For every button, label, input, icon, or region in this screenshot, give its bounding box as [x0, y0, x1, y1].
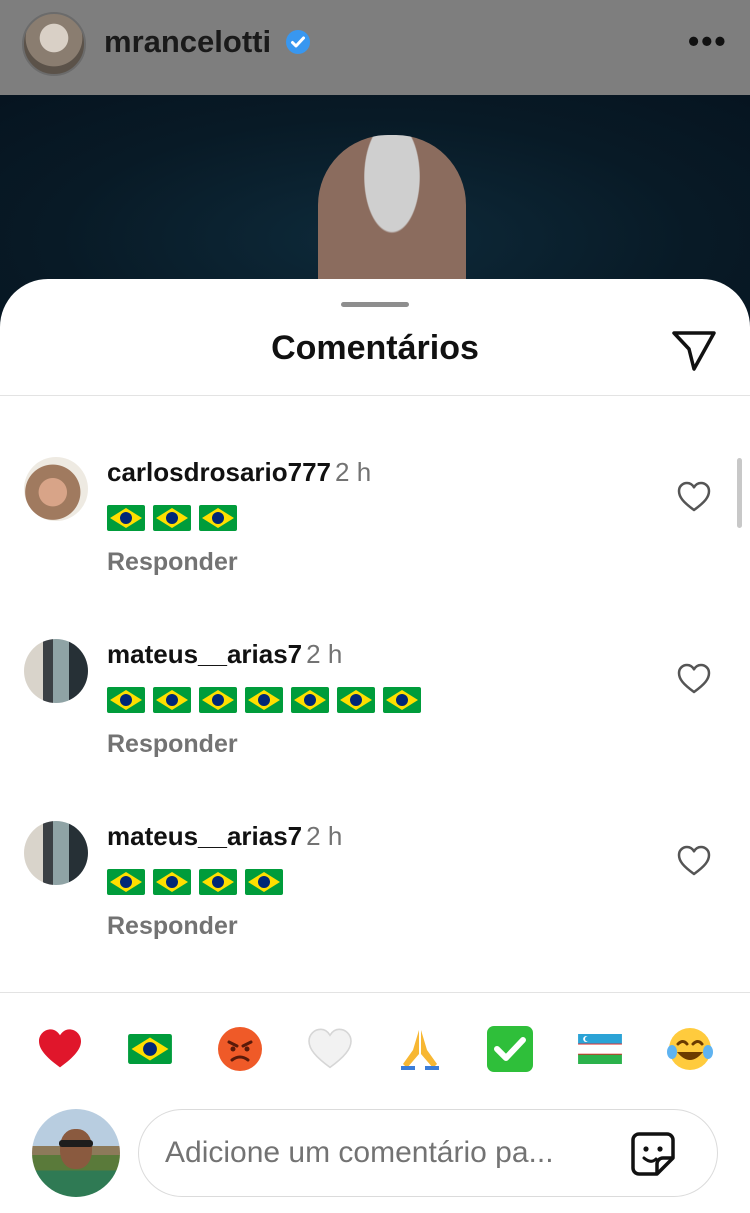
emoji-quick-bar	[0, 1024, 750, 1080]
white-heart-emoji-icon[interactable]	[305, 1024, 355, 1074]
commenter-username[interactable]: mateus__arias7	[107, 639, 302, 669]
brazil-flag-emoji-icon	[107, 687, 145, 714]
comment-item: carlosdrosario777 2 h Responder	[0, 457, 750, 607]
avatar-sunglasses	[59, 1140, 93, 1147]
reply-button[interactable]: Responder	[107, 548, 238, 577]
commenter-username[interactable]: mateus__arias7	[107, 821, 302, 851]
like-heart-icon[interactable]	[677, 845, 711, 877]
current-user-avatar[interactable]	[32, 1109, 120, 1197]
comment-text	[107, 865, 291, 896]
brazil-flag-emoji-icon	[107, 505, 145, 532]
reply-button[interactable]: Responder	[107, 912, 238, 941]
brazil-flag-emoji-icon	[153, 687, 191, 714]
brazil-flag-emoji-icon	[153, 869, 191, 896]
brazil-flag-emoji-icon	[337, 687, 375, 714]
verified-badge-icon	[286, 30, 310, 54]
like-heart-icon[interactable]	[677, 663, 711, 695]
check-mark-emoji-icon[interactable]	[485, 1024, 535, 1074]
angry-face-emoji-icon[interactable]	[215, 1024, 265, 1074]
comment-time: 2 h	[306, 821, 343, 851]
comment-time: 2 h	[306, 639, 343, 669]
comment-time: 2 h	[335, 457, 372, 487]
comment-input-placeholder: Adicione um comentário pa...	[165, 1136, 554, 1169]
post-header: mrancelotti •••	[0, 0, 750, 95]
tears-of-joy-emoji-icon[interactable]	[665, 1024, 715, 1074]
heart-emoji-icon[interactable]	[35, 1024, 85, 1074]
brazil-flag-emoji-icon	[199, 869, 237, 896]
brazil-flag-emoji-icon	[245, 869, 283, 896]
like-heart-icon[interactable]	[677, 481, 711, 513]
comment-text	[107, 501, 245, 532]
brazil-flag-emoji-icon	[153, 505, 191, 532]
comment-input[interactable]: Adicione um comentário pa...	[138, 1109, 718, 1197]
reply-button[interactable]: Responder	[107, 730, 238, 759]
avatar-face	[60, 1129, 92, 1169]
comment-header: mateus__arias7 2 h	[107, 639, 342, 670]
brazil-flag-emoji-icon	[383, 687, 421, 714]
folded-hands-emoji-icon[interactable]	[395, 1024, 445, 1074]
comment-header: mateus__arias7 2 h	[107, 821, 342, 852]
brazil-flag-emoji-icon	[199, 687, 237, 714]
comment-header: carlosdrosario777 2 h	[107, 457, 371, 488]
brazil-flag-emoji-icon[interactable]	[125, 1024, 175, 1074]
sheet-title: Comentários	[271, 329, 479, 367]
commenter-avatar[interactable]	[24, 457, 88, 521]
commenter-avatar[interactable]	[24, 821, 88, 885]
sheet-divider	[0, 395, 750, 396]
share-send-icon[interactable]	[670, 329, 718, 373]
drag-handle[interactable]	[341, 302, 409, 307]
comment-item: mateus__arias7 2 h Responder	[0, 821, 750, 971]
brazil-flag-emoji-icon	[291, 687, 329, 714]
comments-sheet: Comentários carlosdrosario777 2 h Respond…	[0, 279, 750, 1213]
brazil-flag-emoji-icon	[107, 869, 145, 896]
sticker-icon[interactable]	[629, 1130, 677, 1178]
brazil-flag-emoji-icon	[199, 505, 237, 532]
comment-text	[107, 683, 429, 714]
post-author-username[interactable]: mrancelotti	[104, 24, 271, 60]
comment-item: mateus__arias7 2 h Responder	[0, 639, 750, 789]
uzbekistan-flag-emoji-icon[interactable]	[575, 1024, 625, 1074]
more-options-icon[interactable]: •••	[688, 25, 728, 57]
commenter-username[interactable]: carlosdrosario777	[107, 457, 331, 487]
commenter-avatar[interactable]	[24, 639, 88, 703]
post-author-avatar[interactable]	[22, 12, 86, 76]
brazil-flag-emoji-icon	[245, 687, 283, 714]
composer-divider	[0, 992, 750, 993]
